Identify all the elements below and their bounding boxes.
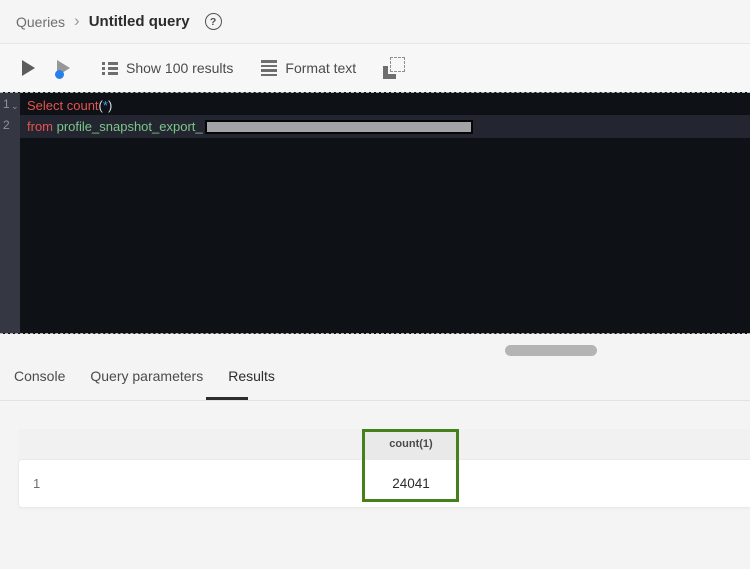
- format-text-button[interactable]: Format text: [261, 58, 356, 78]
- code-line-1: Select count(*): [27, 98, 112, 113]
- column-header-count[interactable]: count(1): [365, 429, 457, 459]
- redacted-text-box: [204, 120, 473, 134]
- line-number-gutter: 1 ⌄ 2: [0, 93, 20, 333]
- breadcrumb-separator-icon: ›: [74, 10, 80, 30]
- blue-dot-icon: [55, 70, 64, 79]
- tabs-divider: [0, 400, 750, 401]
- run-query-button[interactable]: [22, 60, 35, 76]
- count-value-cell: 24041: [392, 476, 430, 491]
- show-results-label: Show 100 results: [126, 60, 234, 76]
- active-tab-underline: [206, 397, 248, 400]
- row-index-cell: 1: [33, 476, 41, 491]
- editor-toolbar: Show 100 results Format text: [0, 44, 750, 92]
- query-editor-app: Queries › Untitled query ? Show 100 resu…: [0, 0, 750, 569]
- help-icon[interactable]: ?: [204, 13, 222, 30]
- panel-resize-handle[interactable]: [505, 345, 597, 356]
- tab-console[interactable]: Console: [14, 368, 65, 384]
- format-lines-icon: [261, 58, 278, 78]
- tab-query-parameters[interactable]: Query parameters: [90, 368, 203, 384]
- code-line-2: from profile_snapshot_export_: [27, 119, 473, 134]
- line-number-1: 1: [3, 97, 10, 111]
- fold-chevron-icon[interactable]: ⌄: [11, 101, 19, 112]
- tab-results[interactable]: Results: [228, 368, 275, 384]
- breadcrumb: Queries › Untitled query ?: [0, 0, 750, 44]
- run-selected-query-button[interactable]: [55, 60, 70, 79]
- sql-keyword: Select count: [27, 98, 99, 113]
- sql-paren: ): [107, 98, 113, 113]
- corner-l-icon: [383, 65, 397, 79]
- page-title: Untitled query: [88, 13, 190, 30]
- output-panel: Console Query parameters Results count(1…: [0, 334, 750, 569]
- list-icon: [102, 60, 118, 77]
- sql-keyword: from: [27, 119, 57, 134]
- expand-editor-button[interactable]: [382, 56, 406, 80]
- line-number-2: 2: [3, 118, 10, 132]
- format-text-label: Format text: [285, 60, 357, 76]
- breadcrumb-queries-link[interactable]: Queries: [16, 14, 65, 30]
- show-results-button[interactable]: Show 100 results: [102, 60, 233, 77]
- sql-code-editor[interactable]: 1 ⌄ 2 Select count(*) from profile_snaps…: [0, 92, 750, 334]
- output-tabs: Console Query parameters Results: [14, 368, 275, 384]
- sql-table-identifier: profile_snapshot_export_: [56, 119, 203, 134]
